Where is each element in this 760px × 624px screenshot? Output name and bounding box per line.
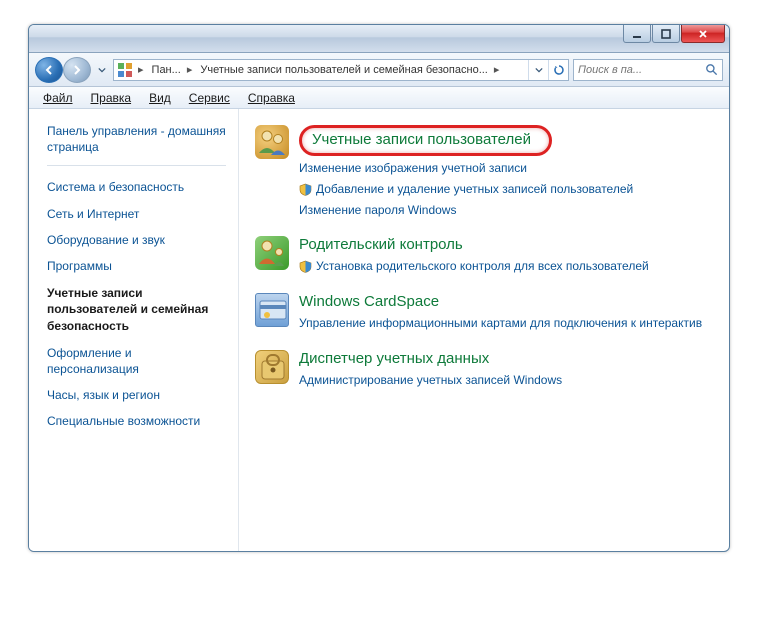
link-change-windows-password[interactable]: Изменение пароля Windows — [299, 202, 717, 219]
menu-tools[interactable]: Сервис — [181, 89, 238, 107]
nav-buttons — [35, 57, 91, 83]
link-admin-windows-credentials[interactable]: Администрирование учетных записей Window… — [299, 372, 717, 389]
chevron-right-icon[interactable]: ▸ — [136, 63, 146, 76]
link-setup-parental-controls[interactable]: Установка родительского контроля для все… — [299, 258, 717, 275]
link-parental-controls[interactable]: Родительский контроль — [299, 236, 717, 254]
parental-controls-icon — [255, 236, 289, 270]
chevron-right-icon[interactable]: ▸ — [185, 63, 195, 76]
link-user-accounts[interactable]: Учетные записи пользователей — [299, 125, 552, 156]
nav-back-button[interactable] — [35, 57, 63, 83]
sidebar-item-appearance[interactable]: Оформление и персонализация — [47, 340, 226, 382]
sidebar-item-network[interactable]: Сеть и Интернет — [47, 201, 226, 227]
navbar: ▸ Пан... ▸ Учетные записи пользователей … — [29, 53, 729, 87]
user-accounts-icon — [255, 125, 289, 159]
link-add-remove-accounts[interactable]: Добавление и удаление учетных записей по… — [299, 181, 717, 198]
sidebar-item-programs[interactable]: Программы — [47, 253, 226, 279]
content-pane: Учетные записи пользователей Изменение и… — [239, 109, 729, 551]
shield-icon — [299, 260, 312, 273]
shield-icon — [299, 183, 312, 196]
link-credential-manager[interactable]: Диспетчер учетных данных — [299, 350, 717, 368]
minimize-button[interactable] — [623, 25, 651, 43]
menu-edit[interactable]: Правка — [83, 89, 140, 107]
link-windows-cardspace[interactable]: Windows CardSpace — [299, 293, 717, 311]
search-box[interactable] — [573, 59, 723, 81]
search-icon[interactable] — [705, 63, 718, 77]
nav-history-dropdown[interactable] — [95, 61, 109, 79]
address-dropdown[interactable] — [528, 60, 548, 80]
cardspace-icon — [255, 293, 289, 327]
section-cardspace: Windows CardSpace Управление информацион… — [255, 293, 717, 332]
link-manage-info-cards[interactable]: Управление информационными картами для п… — [299, 315, 717, 332]
close-button[interactable] — [681, 25, 725, 43]
section-parental-controls: Родительский контроль Установка родитель… — [255, 236, 717, 275]
sidebar: Панель управления - домашняя страница Си… — [29, 109, 239, 551]
sidebar-item-ease-of-access[interactable]: Специальные возможности — [47, 408, 226, 434]
menu-file[interactable]: Файл — [35, 89, 81, 107]
sidebar-item-clock-lang-region[interactable]: Часы, язык и регион — [47, 382, 226, 408]
link-change-account-picture[interactable]: Изменение изображения учетной записи — [299, 160, 717, 177]
search-input[interactable] — [578, 64, 703, 76]
sidebar-home-link[interactable]: Панель управления - домашняя страница — [47, 123, 226, 166]
control-panel-window: ▸ Пан... ▸ Учетные записи пользователей … — [28, 24, 730, 552]
control-panel-icon — [116, 61, 134, 79]
sidebar-item-hardware-sound[interactable]: Оборудование и звук — [47, 227, 226, 253]
section-user-accounts: Учетные записи пользователей Изменение и… — [255, 125, 717, 218]
chevron-right-icon[interactable]: ▸ — [492, 63, 502, 76]
sidebar-item-system-security[interactable]: Система и безопасность — [47, 174, 226, 200]
menu-view[interactable]: Вид — [141, 89, 179, 107]
window-body: Панель управления - домашняя страница Си… — [29, 109, 729, 551]
breadcrumb-current[interactable]: Учетные записи пользователей и семейная … — [194, 64, 492, 76]
credential-manager-icon — [255, 350, 289, 384]
maximize-button[interactable] — [652, 25, 680, 43]
titlebar — [29, 25, 729, 53]
sidebar-item-current: Учетные записи пользователей и семейная … — [47, 279, 226, 340]
refresh-button[interactable] — [548, 60, 568, 80]
menubar: Файл Правка Вид Сервис Справка — [29, 87, 729, 109]
nav-forward-button[interactable] — [63, 57, 91, 83]
section-credential-manager: Диспетчер учетных данных Администрирован… — [255, 350, 717, 389]
address-bar[interactable]: ▸ Пан... ▸ Учетные записи пользователей … — [113, 59, 569, 81]
breadcrumb-root[interactable]: Пан... — [146, 64, 185, 76]
menu-help[interactable]: Справка — [240, 89, 303, 107]
